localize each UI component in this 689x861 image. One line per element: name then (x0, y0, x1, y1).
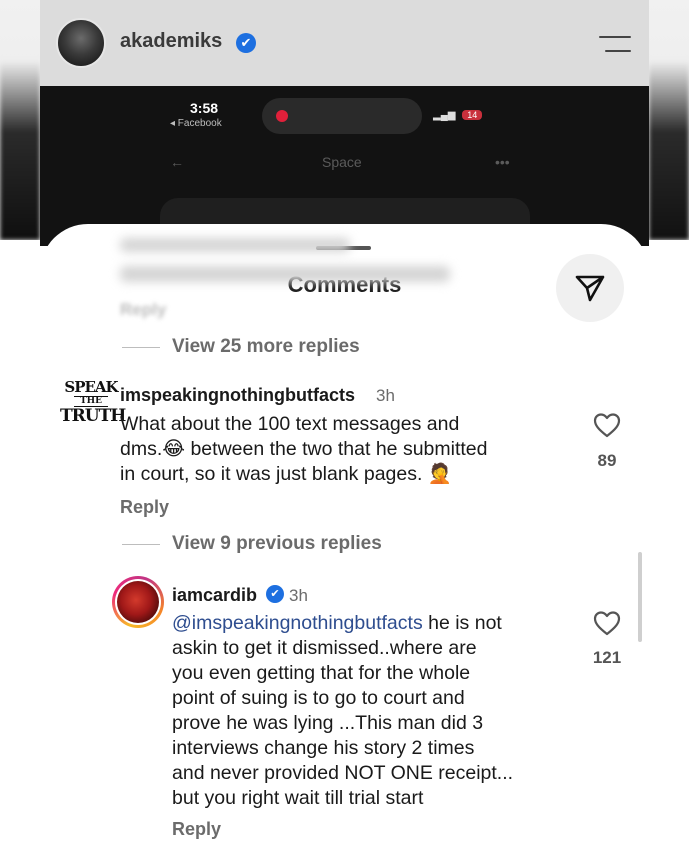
comment-line: you even getting that for the whole (172, 662, 471, 684)
dynamic-island (262, 98, 422, 134)
profile-username[interactable]: akademiks (120, 30, 222, 53)
speak-the-truth-avatar[interactable]: SPEAK THE TRUTH (60, 378, 126, 446)
thread-line (122, 544, 160, 545)
menu-bar-top (599, 36, 631, 38)
like-count: 89 (597, 451, 617, 470)
signal-icon: ▂▄▆ (433, 110, 456, 121)
comments-sheet: Comments Reply View 25 more replies SPEA… (40, 224, 649, 861)
comment-line: point of suing is to go to court and (172, 687, 465, 709)
background-left-edge (0, 60, 40, 240)
hamburger-menu-icon[interactable] (599, 36, 631, 54)
comment-line-rest: he is not (422, 612, 502, 634)
blurred-reply-link[interactable]: Reply (120, 300, 166, 320)
blurred-text-line (120, 266, 450, 282)
embedded-screenshot: 3:58 ◂ Facebook ▂▄▆ 14 ← Space ••• (40, 86, 649, 246)
reply-link[interactable]: Reply (120, 497, 169, 518)
comment-time: 3h (376, 386, 395, 405)
embedded-page-title: Space (322, 154, 362, 170)
comment-line: in court, so it was just blank pages. 🤦 (120, 463, 453, 485)
profile-header: akademiks ✔ (40, 0, 649, 86)
comment-line: dms.😂 between the two that he submitted (120, 438, 488, 460)
heart-outline-icon[interactable] (593, 412, 621, 438)
comment-time: 3h (289, 586, 308, 605)
status-indicators: ▂▄▆ 14 (433, 110, 483, 121)
heart-outline-icon[interactable] (593, 610, 621, 636)
comment-line: askin to get it dismissed..where are (172, 637, 477, 659)
comment-line: and never provided NOT ONE receipt... (172, 762, 514, 784)
avatar-photo (117, 581, 159, 623)
embedded-nav-bar: ← Space ••• (40, 154, 649, 178)
verified-badge-icon: ✔ (266, 585, 284, 603)
comment-line: but you right wait till trial start (172, 787, 424, 809)
comment-line: prove he was lying ...This man did 3 (172, 712, 484, 734)
recording-dot-icon (276, 110, 288, 122)
comment-body: What about the 100 text messages and dms… (120, 412, 580, 487)
send-icon[interactable] (556, 254, 624, 322)
comment-line: What about the 100 text messages and (120, 413, 460, 435)
comment-line: interviews change his story 2 times (172, 737, 475, 759)
more-icon: ••• (495, 154, 510, 170)
status-time: 3:58 (190, 100, 219, 116)
comment-username[interactable]: imspeakingnothingbutfacts (120, 385, 355, 406)
comment-line: @imspeakingnothingbutfacts he is not (172, 611, 592, 636)
comment-username[interactable]: iamcardib (172, 585, 257, 606)
send-icon-glyph (575, 275, 605, 302)
back-arrow-icon: ← (170, 154, 184, 170)
avatar-logo-line: SPEAK (64, 378, 118, 396)
avatar-ring-inner (115, 579, 161, 625)
avatar[interactable] (112, 576, 164, 628)
view-more-replies-link[interactable]: View 25 more replies (172, 336, 360, 358)
background-right-edge (649, 60, 689, 240)
like-count: 121 (592, 648, 622, 667)
thread-line (122, 347, 160, 348)
menu-bar-bottom (605, 50, 631, 52)
status-back-app: ◂ Facebook (170, 118, 222, 129)
comment-body: @imspeakingnothingbutfacts he is not ask… (172, 611, 592, 811)
scrollbar[interactable] (638, 552, 642, 642)
battery-icon: 14 (462, 110, 483, 120)
verified-badge-icon: ✔ (236, 33, 256, 53)
view-previous-replies-link[interactable]: View 9 previous replies (172, 533, 382, 555)
avatar-logo-line: TRUTH (60, 406, 126, 426)
blurred-text-line (120, 238, 350, 252)
mention-link[interactable]: @imspeakingnothingbutfacts (172, 612, 423, 634)
reply-link[interactable]: Reply (172, 819, 221, 840)
profile-avatar[interactable] (56, 18, 106, 68)
